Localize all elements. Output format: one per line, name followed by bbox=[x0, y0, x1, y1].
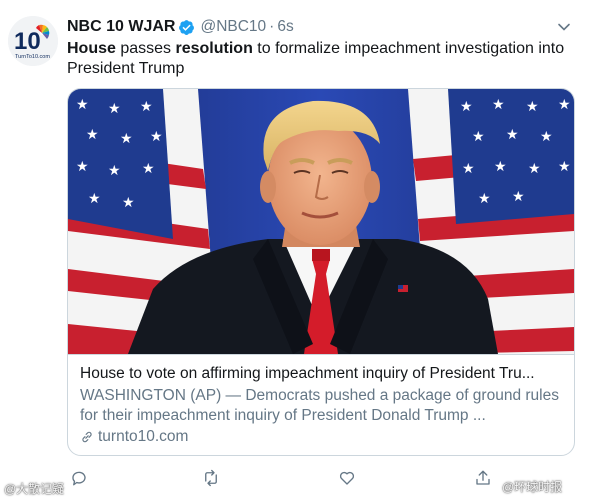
svg-text:★: ★ bbox=[478, 191, 491, 207]
avatar-number: 10 bbox=[14, 28, 41, 55]
svg-text:★: ★ bbox=[492, 97, 505, 113]
svg-text:★: ★ bbox=[460, 99, 473, 115]
card-domain[interactable]: turnto10.com bbox=[98, 427, 188, 447]
card-image[interactable]: ★ ★ ★ ★ ★ ★ ★ ★ ★ ★ ★ ★ ★ ★ ★ ★ ★ ★ ★ ★ ★ ★ ★ ★ bbox=[68, 89, 574, 354]
card-body[interactable]: House to vote on affirming impeachment i… bbox=[68, 354, 574, 455]
svg-text:★: ★ bbox=[472, 129, 485, 145]
tweet-text-part: resolution bbox=[175, 40, 253, 57]
svg-text:★: ★ bbox=[120, 131, 133, 147]
watermark-right: @环球时报 bbox=[502, 480, 563, 494]
svg-text:★: ★ bbox=[140, 99, 153, 115]
verified-badge-icon bbox=[178, 19, 195, 36]
retweet-icon[interactable] bbox=[199, 466, 223, 490]
display-name[interactable]: NBC 10 WJAR bbox=[67, 18, 175, 36]
tweet-text-part: passes bbox=[115, 40, 176, 57]
tweet[interactable]: 10 TurnTo10.com NBC 10 WJAR @NBC10 · 6s bbox=[0, 0, 595, 500]
link-preview-card[interactable]: ★ ★ ★ ★ ★ ★ ★ ★ ★ ★ ★ ★ ★ ★ ★ ★ ★ ★ ★ ★ ★ ★ ★ ★ bbox=[67, 88, 575, 456]
svg-text:★: ★ bbox=[76, 97, 89, 113]
svg-text:★: ★ bbox=[494, 159, 507, 175]
nbc10-logo: 10 TurnTo10.com bbox=[8, 16, 58, 66]
account-handle[interactable]: @NBC10 bbox=[200, 18, 266, 36]
svg-text:★: ★ bbox=[76, 159, 89, 175]
share-icon[interactable] bbox=[471, 466, 495, 490]
card-title[interactable]: House to vote on affirming impeachment i… bbox=[80, 364, 562, 384]
svg-text:★: ★ bbox=[88, 191, 101, 207]
svg-text:★: ★ bbox=[462, 161, 475, 177]
svg-text:★: ★ bbox=[528, 161, 541, 177]
tweet-text-part: House bbox=[67, 40, 116, 57]
svg-text:★: ★ bbox=[86, 127, 99, 143]
avatar[interactable]: 10 TurnTo10.com bbox=[8, 16, 58, 66]
link-icon bbox=[82, 431, 92, 443]
tweet-text: House passes resolution to formalize imp… bbox=[67, 39, 582, 79]
timestamp[interactable]: 6s bbox=[277, 18, 293, 36]
svg-text:★: ★ bbox=[506, 127, 519, 143]
svg-text:★: ★ bbox=[512, 189, 525, 205]
card-link[interactable]: turnto10.com bbox=[80, 427, 562, 447]
avatar-caption: TurnTo10.com bbox=[15, 54, 50, 60]
reply-icon[interactable] bbox=[67, 466, 91, 490]
tweet-actions bbox=[67, 466, 527, 490]
svg-text:★: ★ bbox=[526, 99, 539, 115]
like-icon[interactable] bbox=[335, 466, 359, 490]
chevron-down-icon[interactable] bbox=[553, 16, 575, 38]
watermark-left: @大散记疑 bbox=[4, 482, 65, 496]
svg-text:★: ★ bbox=[108, 101, 121, 117]
svg-text:★: ★ bbox=[142, 161, 155, 177]
svg-text:★: ★ bbox=[122, 195, 135, 211]
svg-text:★: ★ bbox=[108, 163, 121, 179]
svg-text:★: ★ bbox=[558, 97, 571, 113]
svg-text:★: ★ bbox=[150, 129, 163, 145]
tweet-header: NBC 10 WJAR @NBC10 · 6s bbox=[67, 16, 575, 38]
separator-dot: · bbox=[269, 18, 275, 35]
svg-text:★: ★ bbox=[558, 159, 571, 175]
svg-text:★: ★ bbox=[540, 129, 553, 145]
card-description: WASHINGTON (AP) — Democrats pushed a pac… bbox=[80, 387, 559, 424]
